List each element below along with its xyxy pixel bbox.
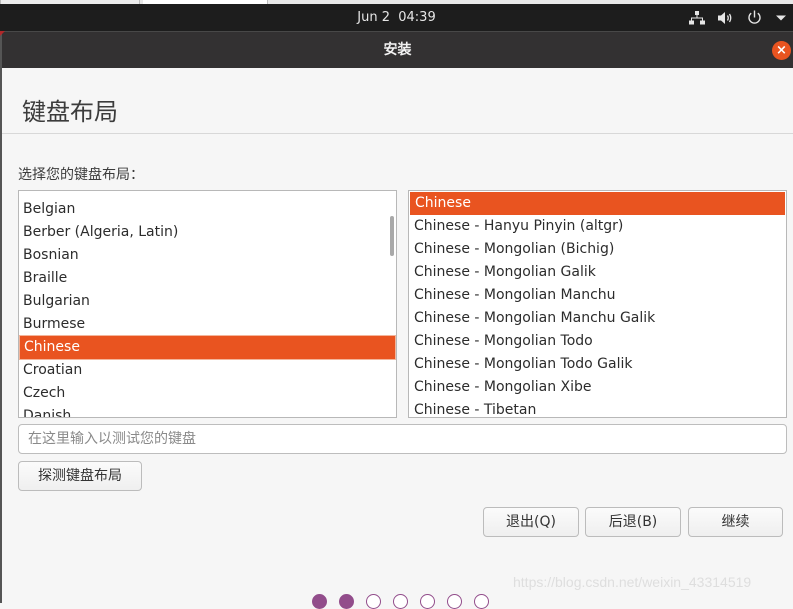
time-label: 04:39 bbox=[398, 10, 436, 25]
progress-dot bbox=[312, 594, 327, 609]
volume-icon[interactable] bbox=[718, 11, 734, 25]
menu-arrow-icon[interactable] bbox=[775, 14, 787, 22]
layout-list-item[interactable]: Burmese bbox=[19, 313, 396, 336]
variant-list-item[interactable]: Chinese - Mongolian (Bichig) bbox=[409, 238, 786, 261]
variant-list-item[interactable]: Chinese - Mongolian Todo Galik bbox=[409, 353, 786, 376]
layout-list-item[interactable]: Danish bbox=[19, 405, 396, 417]
layout-list-item[interactable]: Bosnian bbox=[19, 244, 396, 267]
progress-dot bbox=[339, 594, 354, 609]
layout-list-scrollbar[interactable] bbox=[390, 216, 394, 256]
keyboard-layout-list[interactable]: Belgian Berber (Algeria, Latin) Bosnian Bra… bbox=[18, 190, 397, 418]
variant-list-item[interactable]: Chinese - Mongolian Manchu Galik bbox=[409, 307, 786, 330]
watermark-text: https://blog.csdn.net/weixin_43314519 bbox=[513, 574, 752, 590]
window-title: 安装 bbox=[383, 42, 412, 58]
layout-list-item[interactable]: Braille bbox=[19, 267, 396, 290]
installer-window: 键盘布局 选择您的键盘布局： Belgian Berber (Algeria, L… bbox=[0, 68, 793, 609]
variant-list-item[interactable]: Chinese bbox=[410, 192, 785, 215]
progress-dot bbox=[366, 594, 381, 609]
progress-dot bbox=[420, 594, 435, 609]
page-title: 键盘布局 bbox=[22, 98, 118, 126]
progress-dot bbox=[447, 594, 462, 609]
keyboard-variant-list[interactable]: Chinese Chinese - Hanyu Pinyin (altgr) Chi… bbox=[408, 190, 787, 418]
clock[interactable]: Jun 2 04:39 bbox=[0, 4, 793, 31]
window-titlebar: 安装 × bbox=[0, 31, 793, 68]
close-icon: × bbox=[776, 43, 787, 58]
variant-list-item[interactable]: Chinese - Mongolian Manchu bbox=[409, 284, 786, 307]
header-divider bbox=[2, 133, 793, 134]
keyboard-test-input[interactable] bbox=[18, 424, 787, 454]
layout-list-item[interactable]: Croatian bbox=[19, 359, 396, 382]
continue-button[interactable]: 继续 bbox=[688, 507, 783, 537]
quit-button[interactable]: 退出(Q) bbox=[483, 507, 579, 537]
system-top-bar: Jun 2 04:39 bbox=[0, 4, 793, 31]
layout-list-item[interactable]: Berber (Algeria, Latin) bbox=[19, 221, 396, 244]
layout-list-item[interactable]: Belgian bbox=[19, 198, 396, 221]
layout-list-item[interactable]: Bulgarian bbox=[19, 290, 396, 313]
system-tray[interactable] bbox=[689, 4, 787, 31]
variant-list-item[interactable]: Chinese - Hanyu Pinyin (altgr) bbox=[409, 215, 786, 238]
network-icon[interactable] bbox=[689, 10, 705, 25]
layout-list-item[interactable]: Czech bbox=[19, 382, 396, 405]
variant-list-item[interactable]: Chinese - Tibetan bbox=[409, 399, 786, 417]
layout-list-item[interactable]: Chinese bbox=[20, 336, 395, 359]
detect-layout-button[interactable]: 探测键盘布局 bbox=[18, 461, 142, 491]
progress-indicator bbox=[312, 594, 489, 609]
variant-list-item[interactable]: Chinese - Mongolian Todo bbox=[409, 330, 786, 353]
layout-prompt-label: 选择您的键盘布局： bbox=[18, 167, 144, 183]
progress-dot bbox=[474, 594, 489, 609]
variant-list-item[interactable]: Chinese - Mongolian Galik bbox=[409, 261, 786, 284]
variant-list-item[interactable]: Chinese - Mongolian Xibe bbox=[409, 376, 786, 399]
progress-dot bbox=[393, 594, 408, 609]
date-label: Jun 2 bbox=[357, 10, 390, 25]
close-button[interactable]: × bbox=[772, 41, 791, 60]
power-icon[interactable] bbox=[747, 10, 762, 25]
back-button[interactable]: 后退(B) bbox=[585, 507, 681, 537]
